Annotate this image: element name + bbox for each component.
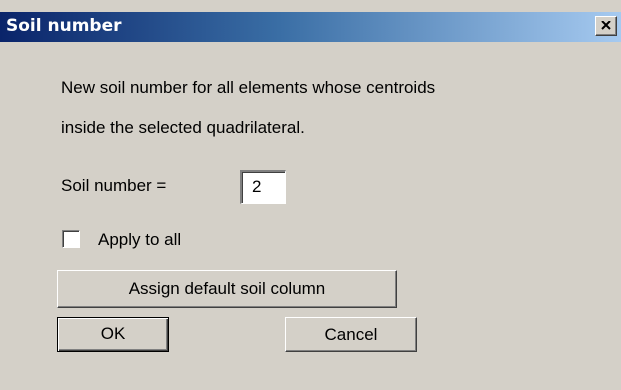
soil-number-dialog: Soil number New soil number for all elem… <box>0 0 621 390</box>
title-bar[interactable]: Soil number <box>0 12 621 42</box>
apply-to-all-label[interactable]: Apply to all <box>98 230 181 250</box>
cancel-button[interactable]: Cancel <box>285 317 417 352</box>
close-x-icon <box>601 21 611 30</box>
ok-button[interactable]: OK <box>57 317 169 352</box>
description-line-2: inside the selected quadrilateral. <box>61 118 305 137</box>
dialog-title: Soil number <box>6 16 122 36</box>
apply-to-all-checkbox[interactable] <box>62 230 80 248</box>
soil-number-label: Soil number = <box>61 176 167 195</box>
description-line-1: New soil number for all elements whose c… <box>61 78 436 97</box>
close-button[interactable] <box>595 16 617 36</box>
soil-number-input[interactable]: 2 <box>240 170 286 204</box>
assign-default-soil-column-button[interactable]: Assign default soil column <box>57 270 397 308</box>
